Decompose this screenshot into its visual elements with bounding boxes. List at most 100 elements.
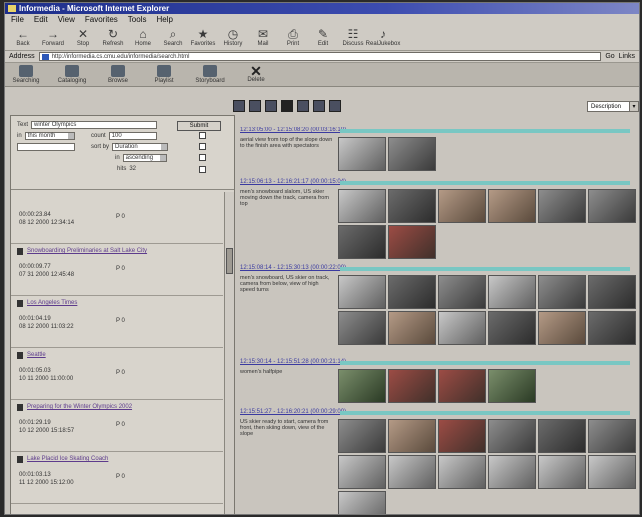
count-input[interactable]: 100 <box>108 132 157 140</box>
video-thumbnail[interactable] <box>588 311 636 345</box>
cataloging-tool[interactable]: Cataloging <box>57 65 87 84</box>
view-select[interactable]: Description ▾ <box>587 101 639 112</box>
view-text-icon[interactable] <box>249 100 261 112</box>
view-timeline-icon[interactable] <box>313 100 325 112</box>
video-thumbnail[interactable] <box>338 369 386 403</box>
video-thumbnail[interactable] <box>488 189 536 223</box>
video-thumbnail[interactable] <box>388 311 436 345</box>
menu-edit[interactable]: Edit <box>34 14 48 25</box>
menu-view[interactable]: View <box>58 14 75 25</box>
video-thumbnail[interactable] <box>338 137 386 171</box>
links-button[interactable]: Links <box>619 53 635 60</box>
video-thumbnail[interactable] <box>488 369 536 403</box>
video-thumbnail[interactable] <box>338 455 386 489</box>
print-button[interactable]: ⎙ Print <box>281 27 305 48</box>
time-range-select[interactable]: this month <box>24 132 75 140</box>
view-grid-icon[interactable] <box>265 100 277 112</box>
video-thumbnail[interactable] <box>388 275 436 309</box>
video-thumbnail[interactable] <box>438 455 486 489</box>
view-thumbnails-icon[interactable] <box>233 100 245 112</box>
video-thumbnail[interactable] <box>338 189 386 223</box>
video-thumbnail[interactable] <box>438 419 486 453</box>
video-thumbnail[interactable] <box>538 189 586 223</box>
menu-favorites[interactable]: Favorites <box>85 14 118 25</box>
video-thumbnail[interactable] <box>538 275 586 309</box>
option-checkbox-3[interactable] <box>199 154 206 161</box>
delete-tool[interactable]: ✕ Delete <box>241 64 271 84</box>
search-button[interactable]: ⌕ Search <box>161 27 185 48</box>
result-title-link[interactable]: Los Angeles Times <box>17 300 217 307</box>
video-thumbnail[interactable] <box>388 189 436 223</box>
video-thumbnail[interactable] <box>538 311 586 345</box>
video-thumbnail[interactable] <box>338 491 386 514</box>
segment[interactable]: 12:15:08:14 - 12:15:30:13 (00:00:22:00) … <box>238 265 638 359</box>
favorites-button[interactable]: ★ Favorites <box>191 27 216 48</box>
edit-button[interactable]: ✎ Edit <box>311 27 335 48</box>
order-select[interactable]: ascending <box>122 154 167 162</box>
list-item[interactable]: Lake Placid Ice Skating Coach 00:01:03.1… <box>11 452 223 504</box>
forward-button[interactable]: → Forward <box>41 27 65 48</box>
result-title-link[interactable]: Preparing for the Winter Olympics 2002 <box>17 404 217 411</box>
address-input[interactable]: http://informedia.cs.cmu.edu/informedia/… <box>38 52 602 61</box>
browse-tool[interactable]: Browse <box>103 65 133 84</box>
option-checkbox-4[interactable] <box>199 166 206 173</box>
result-title-link[interactable]: Seattle <box>17 352 217 359</box>
video-thumbnail[interactable] <box>388 419 436 453</box>
back-button[interactable]: ← Back <box>11 27 35 48</box>
video-thumbnail[interactable] <box>588 455 636 489</box>
text-input[interactable]: winter Olympics <box>31 121 158 129</box>
segment-time-link[interactable]: 12:15:06:13 - 12:16:21:17 (00:00:15:04) <box>240 179 346 185</box>
video-thumbnail[interactable] <box>388 455 436 489</box>
list-item[interactable]: Snowboarding Preliminaries at Salt Lake … <box>11 244 223 296</box>
list-item[interactable]: Los Angeles Times 00:01:04.19 08 12 2000… <box>11 296 223 348</box>
menu-tools[interactable]: Tools <box>128 14 147 25</box>
storyboard-tool[interactable]: Storyboard <box>195 65 225 84</box>
refresh-button[interactable]: ↻ Refresh <box>101 27 125 48</box>
video-thumbnail[interactable] <box>438 189 486 223</box>
video-thumbnail[interactable] <box>338 311 386 345</box>
segment-time-link[interactable]: 12:13:05:00 - 12:15:08:20 (00:03:16:10) <box>240 127 346 133</box>
video-thumbnail[interactable] <box>588 419 636 453</box>
video-thumbnail[interactable] <box>538 455 586 489</box>
result-title-link[interactable]: Lake Placid Ice Skating Coach <box>17 456 217 463</box>
list-item[interactable]: 00:00:23.84 08 12 2000 12:34:14 P 0 <box>11 192 223 244</box>
video-thumbnail[interactable] <box>588 189 636 223</box>
segment[interactable]: 12:15:30:14 - 12:15:51:28 (00:00:21:14) … <box>238 359 638 409</box>
scroll-thumb[interactable] <box>226 248 233 274</box>
video-thumbnail[interactable] <box>588 275 636 309</box>
video-thumbnail[interactable] <box>488 455 536 489</box>
stop-button[interactable]: ✕ Stop <box>71 27 95 48</box>
history-button[interactable]: ◷ History <box>221 27 245 48</box>
realjukebox-button[interactable]: ♪ RealJukebox <box>366 27 401 48</box>
video-thumbnail[interactable] <box>438 275 486 309</box>
playlist-tool[interactable]: Playlist <box>149 65 179 84</box>
video-thumbnail[interactable] <box>338 419 386 453</box>
segment[interactable]: 12:15:51:27 - 12:16:20:21 (00:00:29:00) … <box>238 409 638 514</box>
menu-help[interactable]: Help <box>156 14 172 25</box>
view-list-icon[interactable] <box>297 100 309 112</box>
video-thumbnail[interactable] <box>338 225 386 259</box>
sort-select[interactable]: Duration <box>112 143 169 151</box>
segment[interactable]: 12:15:06:13 - 12:16:21:17 (00:00:15:04) … <box>238 179 638 265</box>
sort-by-input[interactable] <box>17 143 75 151</box>
discuss-button[interactable]: ☷ Discuss <box>341 27 365 48</box>
video-thumbnail[interactable] <box>538 419 586 453</box>
video-thumbnail[interactable] <box>388 137 436 171</box>
view-filmstrip-icon[interactable] <box>281 100 293 112</box>
video-thumbnail[interactable] <box>338 275 386 309</box>
option-checkbox-1[interactable] <box>199 132 206 139</box>
segment[interactable]: 12:13:05:00 - 12:15:08:20 (00:03:16:10) … <box>238 127 638 179</box>
list-item[interactable]: Seattle 00:01:05.03 10 11 2000 11:00:00 … <box>11 348 223 400</box>
segment-time-link[interactable]: 12:15:30:14 - 12:15:51:28 (00:00:21:14) <box>240 359 346 365</box>
submit-button[interactable]: Submit <box>177 121 221 131</box>
result-title-link[interactable]: Snowboarding Preliminaries at Salt Lake … <box>17 248 217 255</box>
menu-file[interactable]: File <box>11 14 24 25</box>
video-thumbnail[interactable] <box>438 369 486 403</box>
video-thumbnail[interactable] <box>388 225 436 259</box>
video-thumbnail[interactable] <box>388 369 436 403</box>
view-storyboard-icon[interactable] <box>329 100 341 112</box>
segment-time-link[interactable]: 12:15:51:27 - 12:16:20:21 (00:00:29:00) <box>240 409 346 415</box>
video-thumbnail[interactable] <box>488 419 536 453</box>
home-button[interactable]: ⌂ Home <box>131 27 155 48</box>
video-thumbnail[interactable] <box>438 311 486 345</box>
